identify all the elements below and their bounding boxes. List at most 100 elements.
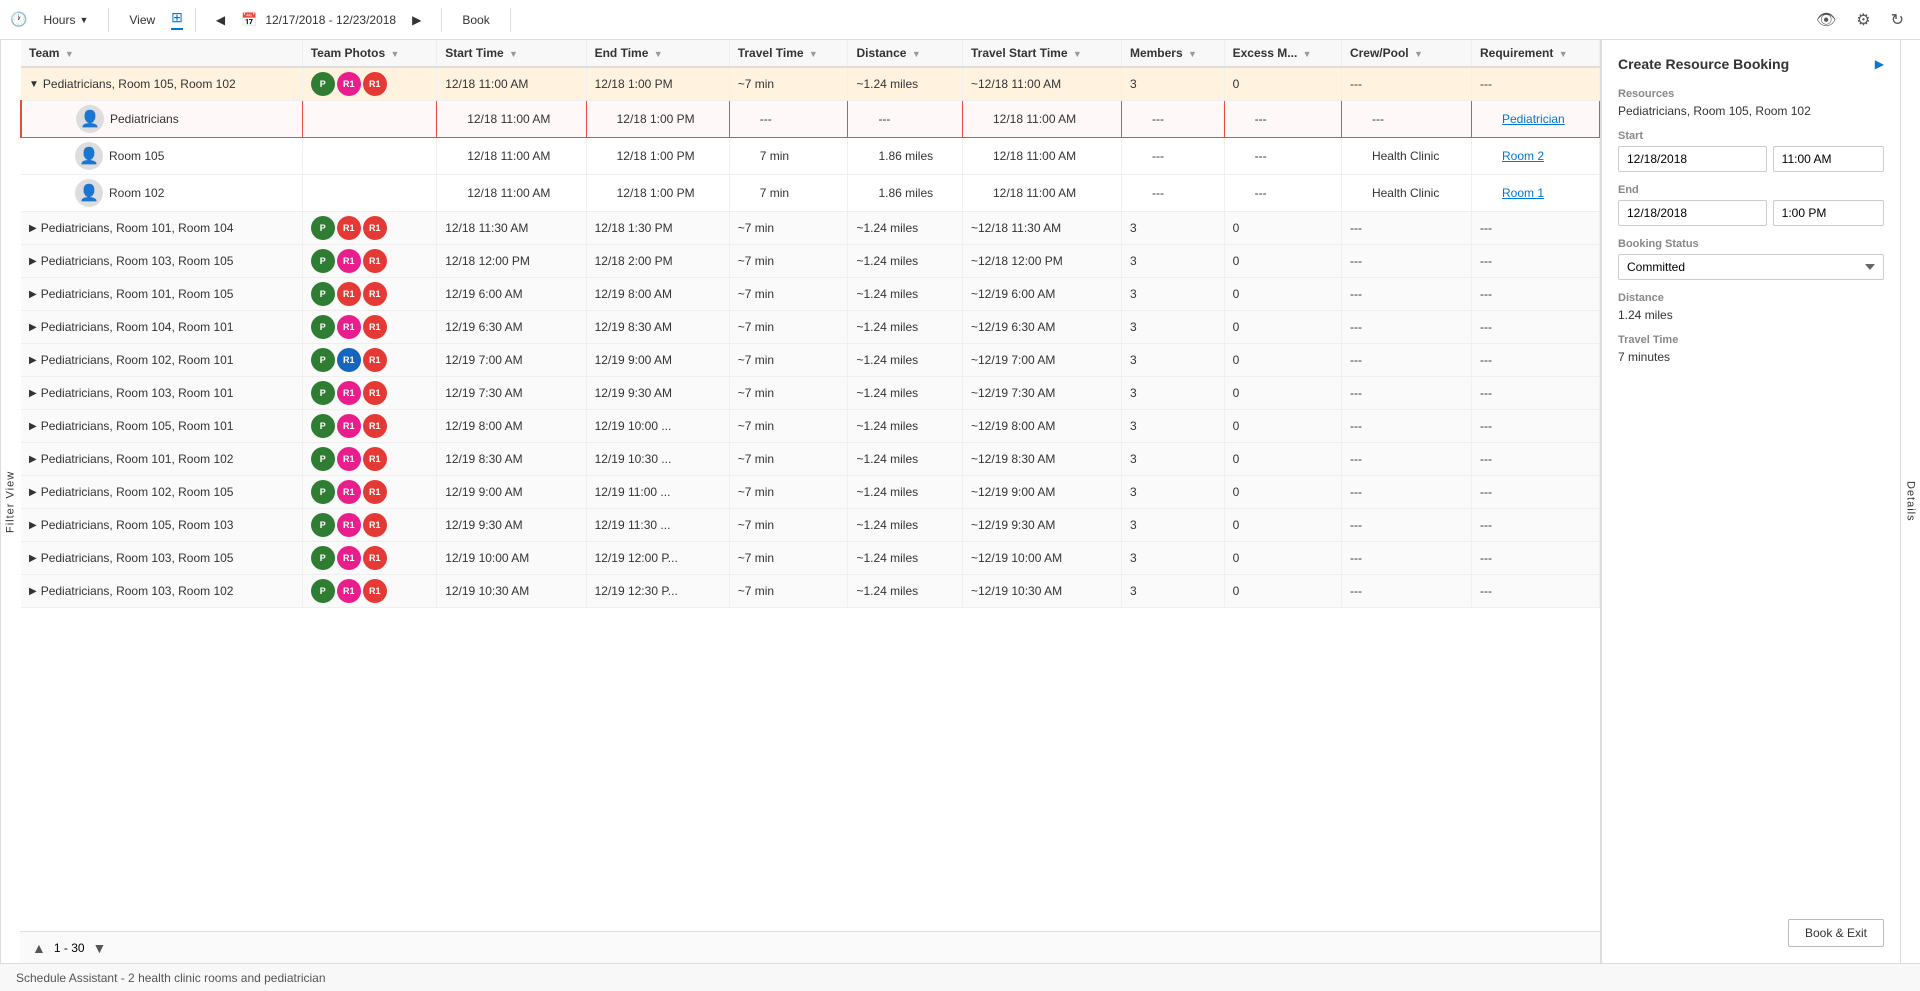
expand-icon[interactable]: ▶ bbox=[29, 586, 37, 597]
start-time-input[interactable] bbox=[1773, 146, 1884, 172]
requirement-link[interactable]: Room 1 bbox=[1502, 186, 1544, 200]
expand-icon[interactable]: ▶ bbox=[29, 322, 37, 333]
expand-icon[interactable]: ▶ bbox=[29, 487, 37, 498]
team-name-label: Pediatricians, Room 105, Room 103 bbox=[41, 518, 234, 532]
table-row[interactable]: ▶Pediatricians, Room 103, Room 105PR1R11… bbox=[21, 245, 1600, 278]
table-row[interactable]: ▶Pediatricians, Room 103, Room 105PR1R11… bbox=[21, 542, 1600, 575]
grid-scroll[interactable]: Team ▼ Team Photos ▼ Start Time ▼ End bbox=[20, 40, 1600, 931]
next-date-button[interactable]: ▶ bbox=[404, 9, 429, 31]
end_time-cell: 12/19 10:00 ... bbox=[586, 410, 729, 443]
end-date-input[interactable] bbox=[1618, 200, 1767, 226]
table-row[interactable]: ▶Pediatricians, Room 103, Room 101PR1R11… bbox=[21, 377, 1600, 410]
col-header-team[interactable]: Team ▼ bbox=[21, 40, 302, 67]
grid-view-icon[interactable]: ⊞ bbox=[171, 9, 183, 30]
table-row[interactable]: 👤Room 10212/18 11:00 AM12/18 1:00 PM7 mi… bbox=[21, 175, 1600, 212]
book-button[interactable]: Book bbox=[454, 9, 497, 31]
expand-icon[interactable]: ▶ bbox=[29, 388, 37, 399]
expand-icon[interactable]: ▶ bbox=[29, 256, 37, 267]
avatar-circle: R1 bbox=[337, 447, 361, 471]
col-header-excess-m[interactable]: Excess M... ▼ bbox=[1224, 40, 1341, 67]
avatar-circle: R1 bbox=[363, 513, 387, 537]
requirement-cell: --- bbox=[1472, 575, 1600, 608]
hours-button[interactable]: Hours ▼ bbox=[35, 9, 96, 31]
team-cell: ▶Pediatricians, Room 101, Room 104 bbox=[21, 212, 302, 245]
start_time-cell: 12/19 7:30 AM bbox=[437, 377, 586, 410]
team-photos-cell bbox=[302, 175, 436, 212]
expand-icon[interactable]: ▶ bbox=[29, 289, 37, 300]
table-row[interactable]: ▶Pediatricians, Room 102, Room 101PR1R11… bbox=[21, 344, 1600, 377]
table-row[interactable]: ▶Pediatricians, Room 104, Room 101PR1R11… bbox=[21, 311, 1600, 344]
travel_start_time-cell: 12/18 11:00 AM bbox=[963, 101, 1122, 138]
col-header-end-time[interactable]: End Time ▼ bbox=[586, 40, 729, 67]
view-button[interactable]: View bbox=[121, 9, 163, 31]
col-header-distance[interactable]: Distance ▼ bbox=[848, 40, 963, 67]
excess_m-cell: 0 bbox=[1224, 212, 1341, 245]
expand-icon[interactable]: ▶ bbox=[29, 421, 37, 432]
grid-area: Team ▼ Team Photos ▼ Start Time ▼ End bbox=[20, 40, 1600, 963]
excess-sort-icon: ▼ bbox=[1303, 49, 1312, 59]
requirement-link[interactable]: Pediatrician bbox=[1502, 112, 1565, 126]
gear-icon[interactable]: ⚙ bbox=[1856, 10, 1870, 30]
prev-date-button[interactable]: ◀ bbox=[208, 9, 233, 31]
panel-expand-button[interactable]: ▶ bbox=[1875, 57, 1884, 71]
end_time-cell: 12/18 1:00 PM bbox=[586, 138, 729, 175]
end_time-cell: 12/19 11:30 ... bbox=[586, 509, 729, 542]
table-row[interactable]: ▶Pediatricians, Room 105, Room 101PR1R11… bbox=[21, 410, 1600, 443]
members-cell: 3 bbox=[1121, 410, 1224, 443]
booking-status-select[interactable]: Committed Tentative Canceled bbox=[1618, 254, 1884, 280]
team-photos-col-label: Team Photos bbox=[311, 46, 385, 60]
table-row[interactable]: 👤Pediatricians12/18 11:00 AM12/18 1:00 P… bbox=[21, 101, 1600, 138]
book-label: Book bbox=[462, 13, 489, 27]
req-sort-icon: ▼ bbox=[1559, 49, 1568, 59]
avatar-circle: R1 bbox=[337, 546, 361, 570]
req-col-label: Requirement bbox=[1480, 46, 1553, 60]
panel-header: Create Resource Booking ▶ bbox=[1618, 56, 1884, 72]
travel_time-cell: ~7 min bbox=[729, 67, 848, 101]
team-photos-cell: PR1R1 bbox=[302, 245, 436, 278]
team-cell: ▶ Pediatricians, Room 105, Room 103 bbox=[21, 509, 302, 542]
requirement-link[interactable]: Room 2 bbox=[1502, 149, 1544, 163]
travel_time-cell: --- bbox=[729, 101, 848, 138]
separator4 bbox=[510, 8, 511, 32]
toolbar: 🕐 Hours ▼ View ⊞ ◀ 📅 12/17/2018 - 12/23/… bbox=[0, 0, 1920, 40]
end-time-input[interactable] bbox=[1773, 200, 1884, 226]
expand-icon[interactable]: ▶ bbox=[29, 223, 37, 234]
col-header-team-photos[interactable]: Team Photos ▼ bbox=[302, 40, 436, 67]
distance-value: 1.24 miles bbox=[1618, 308, 1884, 322]
table-row[interactable]: ▶Pediatricians, Room 101, Room 102PR1R11… bbox=[21, 443, 1600, 476]
travel_start_time-cell: ~12/19 9:00 AM bbox=[963, 476, 1122, 509]
expand-icon[interactable]: ▶ bbox=[29, 553, 37, 564]
expand-icon[interactable]: ▶ bbox=[29, 355, 37, 366]
prev-page-button[interactable]: ▲ bbox=[32, 940, 46, 956]
excess_m-cell: --- bbox=[1224, 175, 1341, 212]
table-row[interactable]: ▶Pediatricians, Room 101, Room 105PR1R11… bbox=[21, 278, 1600, 311]
book-exit-button[interactable]: Book & Exit bbox=[1788, 919, 1884, 947]
resources-label: Resources bbox=[1618, 88, 1884, 100]
pagination-text: 1 - 30 bbox=[54, 941, 85, 955]
requirement-cell: Room 2 bbox=[1472, 138, 1600, 175]
filter-view-tab[interactable]: Filter View bbox=[0, 40, 20, 963]
next-page-button[interactable]: ▼ bbox=[93, 940, 107, 956]
expand-icon[interactable]: ▶ bbox=[29, 520, 37, 531]
table-row[interactable]: ▶Pediatricians, Room 103, Room 102PR1R11… bbox=[21, 575, 1600, 608]
col-header-travel-start-time[interactable]: Travel Start Time ▼ bbox=[963, 40, 1122, 67]
table-row[interactable]: ▶Pediatricians, Room 102, Room 105PR1R11… bbox=[21, 476, 1600, 509]
table-row[interactable]: ▼Pediatricians, Room 105, Room 102PR1R11… bbox=[21, 67, 1600, 101]
details-tab[interactable]: Details bbox=[1900, 40, 1920, 963]
table-row[interactable]: ▶Pediatricians, Room 101, Room 104PR1R11… bbox=[21, 212, 1600, 245]
avatar-circle: P bbox=[311, 216, 335, 240]
crew-sort-icon: ▼ bbox=[1414, 49, 1423, 59]
col-header-travel-time[interactable]: Travel Time ▼ bbox=[729, 40, 848, 67]
table-row[interactable]: ▶Pediatricians, Room 105, Room 103PR1R11… bbox=[21, 509, 1600, 542]
col-header-crew-pool[interactable]: Crew/Pool ▼ bbox=[1341, 40, 1471, 67]
col-header-start-time[interactable]: Start Time ▼ bbox=[437, 40, 586, 67]
col-header-members[interactable]: Members ▼ bbox=[1121, 40, 1224, 67]
expand-icon[interactable]: ▶ bbox=[29, 454, 37, 465]
eye-icon[interactable]: 👁 bbox=[1816, 10, 1836, 30]
end_time-cell: 12/19 11:00 ... bbox=[586, 476, 729, 509]
start-date-input[interactable] bbox=[1618, 146, 1767, 172]
col-header-requirement[interactable]: Requirement ▼ bbox=[1472, 40, 1600, 67]
collapse-icon[interactable]: ▼ bbox=[29, 79, 39, 90]
table-row[interactable]: 👤Room 10512/18 11:00 AM12/18 1:00 PM7 mi… bbox=[21, 138, 1600, 175]
refresh-icon[interactable]: ↻ bbox=[1891, 10, 1904, 30]
